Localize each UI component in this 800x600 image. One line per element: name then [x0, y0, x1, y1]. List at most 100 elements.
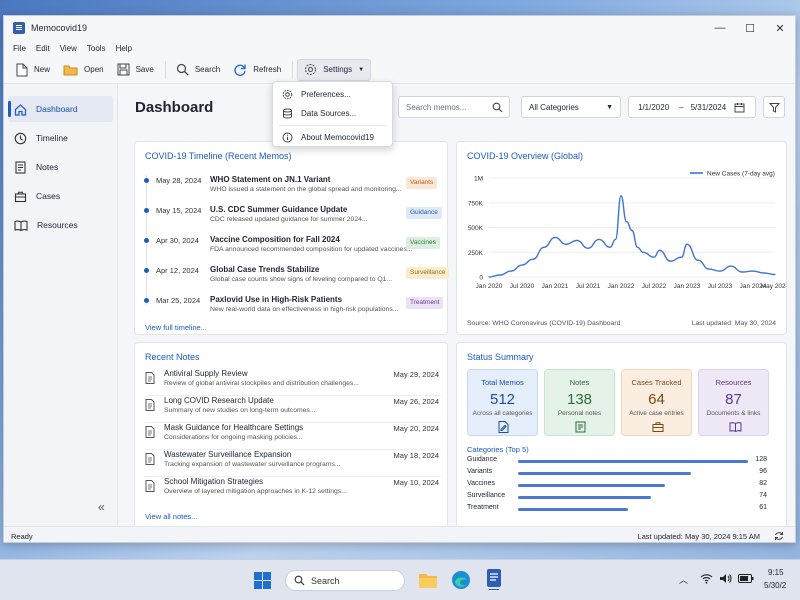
timeline-date: May 28, 2024 — [156, 176, 202, 185]
chart-updated: Last updated: May 30, 2024 — [691, 320, 776, 327]
taskbar: Search ︿ 9:15 5/30/2 — [0, 559, 800, 600]
settings-button[interactable]: Settings ▼ — [297, 58, 372, 81]
save-button[interactable]: Save — [111, 59, 160, 81]
settings-dropdown: Preferences... Data Sources... About Mem… — [272, 81, 393, 147]
save-label: Save — [135, 65, 154, 74]
legend-label: New Cases (7-day avg) — [707, 171, 775, 178]
list-item[interactable]: Mask Guidance for Healthcare Settings Co… — [145, 423, 441, 450]
taskbar-search[interactable]: Search — [285, 570, 405, 591]
category-select[interactable]: All Categories ▼ — [521, 96, 621, 118]
tile-value: 64 — [648, 391, 665, 408]
window-title: Memocovid19 — [31, 23, 88, 33]
about-menu-item[interactable]: About Memocovid19 — [273, 128, 392, 146]
menu-divider — [279, 125, 386, 126]
wifi-icon[interactable] — [700, 573, 713, 584]
category-count: 96 — [759, 468, 767, 475]
menu-edit[interactable]: Edit — [31, 44, 55, 53]
timeline-item[interactable]: Apr 12, 2024 Global Case Trends Stabiliz… — [144, 265, 450, 289]
note-title: Mask Guidance for Healthcare Settings — [164, 423, 304, 432]
status-summary-title: Status Summary — [467, 352, 534, 362]
maximize-button[interactable]: ☐ — [735, 16, 765, 40]
menu-file[interactable]: File — [8, 44, 31, 53]
list-item[interactable]: Wastewater Surveillance Expansion Tracki… — [145, 450, 441, 477]
timeline-title: U.S. CDC Summer Guidance Update — [210, 205, 348, 214]
notes-icon — [15, 160, 26, 174]
tray-chevron-icon[interactable]: ︿ — [679, 573, 688, 586]
sidebar-item-cases[interactable]: Cases — [8, 183, 113, 209]
memocovid-taskbar-icon[interactable] — [485, 568, 503, 590]
tag-badge: Surveillance — [406, 267, 450, 279]
title-bar: Memocovid19 — ☐ ✕ — [4, 16, 795, 40]
category-row[interactable]: Guidance 128 — [467, 456, 767, 466]
category-row[interactable]: Surveillance 74 — [467, 492, 767, 502]
overview-card: COVID-19 Overview (Global) 0 250K 500K 750K… — [456, 141, 787, 335]
timeline-item[interactable]: Apr 30, 2024 Vaccine Composition for Fal… — [144, 235, 444, 259]
timeline-item[interactable]: May 15, 2024 U.S. CDC Summer Guidance Up… — [144, 205, 444, 229]
clock-time[interactable]: 9:15 — [768, 568, 784, 577]
data-sources-menu-item[interactable]: Data Sources... — [273, 104, 392, 122]
sidebar-item-timeline[interactable]: Timeline — [8, 125, 113, 151]
timeline-item[interactable]: Mar 25, 2024 Paxlovid Use in High-Risk P… — [144, 295, 444, 319]
timeline-desc: New real-world data on effectiveness in … — [210, 306, 399, 313]
search-input[interactable]: Search memos... — [398, 96, 510, 118]
sync-icon[interactable] — [774, 531, 784, 541]
battery-icon[interactable] — [738, 574, 754, 583]
sidebar-item-label: Timeline — [36, 133, 68, 143]
list-item[interactable]: Long COVID Research Update Summary of ne… — [145, 396, 441, 423]
notes-tile[interactable]: Notes 138 Personal notes — [544, 369, 615, 436]
gear-icon — [282, 89, 293, 99]
date-range-picker[interactable]: 1/1/2020 – 5/31/2024 — [628, 96, 756, 118]
tile-label: Notes — [569, 378, 590, 387]
data-point — [642, 251, 644, 253]
status-bar: Ready Last updated: May 30, 2024 9:15 AM — [4, 526, 795, 542]
note-date: May 10, 2024 — [393, 478, 439, 487]
resources-tile[interactable]: Resources 87 Documents & links — [698, 369, 769, 436]
edge-browser-icon[interactable] — [451, 570, 471, 590]
open-label: Open — [84, 65, 104, 74]
category-row[interactable]: Vaccines 82 — [467, 480, 767, 490]
preferences-menu-item[interactable]: Preferences... — [273, 85, 392, 103]
menu-view[interactable]: View — [55, 44, 82, 53]
refresh-button[interactable]: Refresh — [227, 59, 287, 81]
list-item[interactable]: School Mitigation Strategies Overview of… — [145, 477, 441, 504]
collapse-sidebar-button[interactable]: « — [98, 500, 105, 514]
tile-value: 512 — [489, 391, 516, 408]
menu-help[interactable]: Help — [111, 44, 137, 53]
y-tick-label: 500K — [468, 225, 484, 232]
minimize-button[interactable]: — — [705, 16, 735, 40]
clock-date[interactable]: 5/30/2 — [764, 581, 786, 590]
sidebar-item-notes[interactable]: Notes — [8, 154, 113, 180]
data-point — [763, 272, 765, 274]
tag-badge: Variants — [406, 177, 438, 189]
open-button[interactable]: Open — [57, 59, 110, 81]
data-point — [730, 265, 732, 267]
menu-tools[interactable]: Tools — [82, 44, 111, 53]
note-date: May 29, 2024 — [393, 370, 439, 379]
total-memos-tile[interactable]: Total Memos 512 Across all categories — [467, 369, 538, 436]
new-button[interactable]: New — [10, 59, 56, 81]
timeline-title: WHO Statement on JN.1 Variant — [210, 175, 331, 184]
sidebar-item-resources[interactable]: Resources — [8, 212, 113, 238]
view-notes-link[interactable]: View all notes... — [145, 512, 197, 521]
close-button[interactable]: ✕ — [765, 16, 795, 40]
volume-icon[interactable] — [719, 573, 732, 584]
category-row[interactable]: Treatment 61 — [467, 504, 767, 514]
timeline-item[interactable]: May 28, 2024 WHO Statement on JN.1 Varia… — [144, 175, 444, 199]
filter-button[interactable] — [763, 96, 785, 118]
list-item[interactable]: Antiviral Supply Review Review of global… — [145, 369, 441, 396]
view-timeline-link[interactable]: View full timeline... — [145, 323, 207, 332]
timeline-card: COVID-19 Timeline (Recent Memos) May 28,… — [134, 141, 450, 335]
timeline-desc: Global case counts show signs of levelin… — [210, 276, 393, 283]
windows-start-icon[interactable] — [254, 572, 271, 589]
search-button[interactable]: Search — [170, 59, 226, 81]
timeline-desc: CDC released updated guidance for summer… — [210, 216, 368, 223]
cases-tile[interactable]: Cases Tracked 64 Active case entries — [621, 369, 692, 436]
database-icon — [283, 108, 292, 119]
file-explorer-icon[interactable] — [418, 571, 438, 589]
search-icon — [492, 102, 503, 112]
note-desc: Review of global antiviral stockpiles an… — [164, 380, 359, 387]
category-row[interactable]: Variants 96 — [467, 468, 767, 478]
sidebar-item-dashboard[interactable]: Dashboard — [8, 96, 113, 122]
folder-icon — [63, 65, 78, 75]
note-icon — [575, 421, 586, 433]
